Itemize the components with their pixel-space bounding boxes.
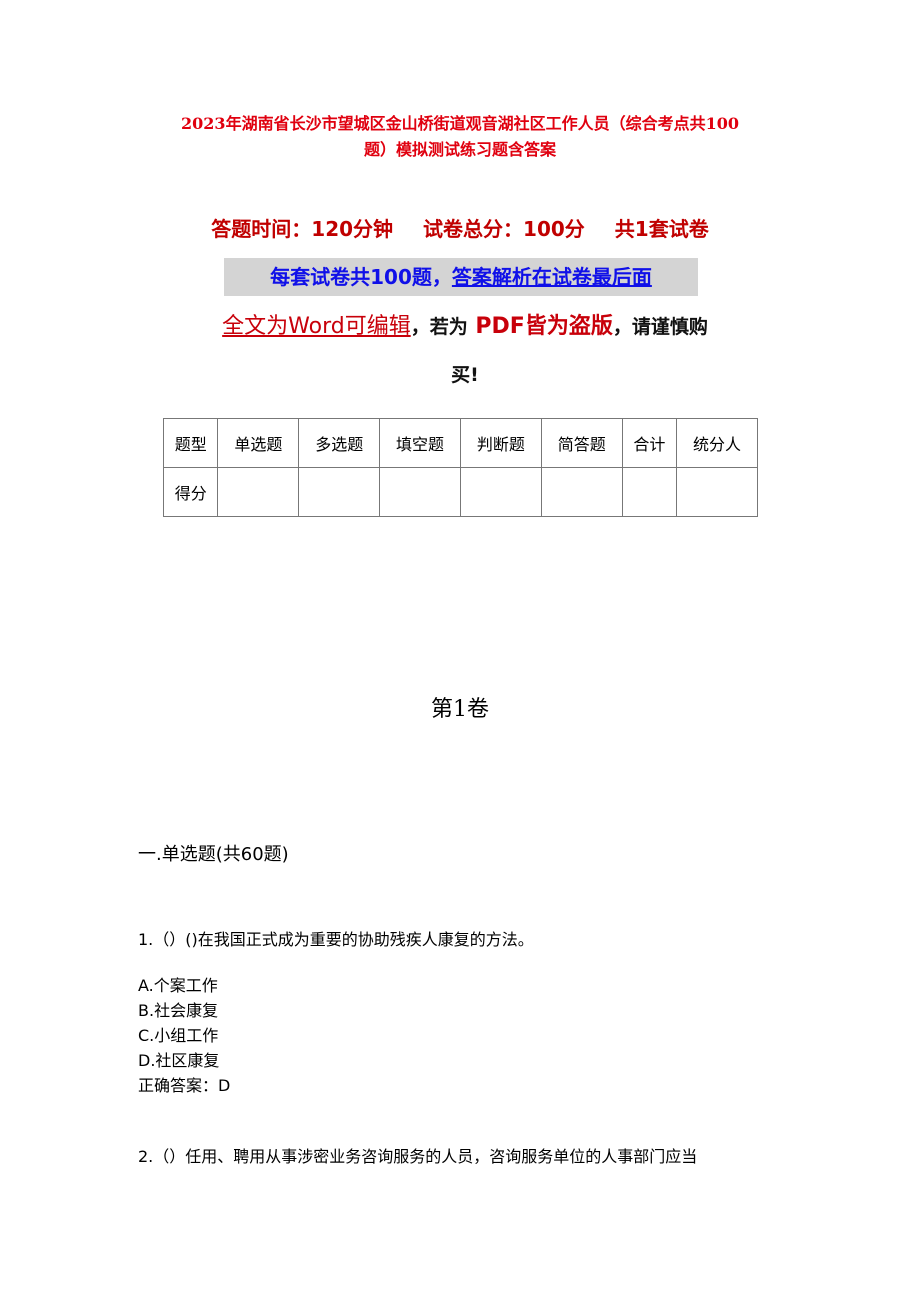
exam-meta: 答题时间：120分钟 试卷总分：100分 共1套试卷 <box>160 212 760 246</box>
buy-text: 买! <box>451 364 479 386</box>
header-cell: 多选题 <box>298 418 381 468</box>
option-c: C.小组工作 <box>138 1026 219 1045</box>
option-a: A.个案工作 <box>138 976 218 995</box>
score-cell <box>676 467 758 517</box>
header-cell: 统分人 <box>676 418 758 468</box>
header-cell: 简答题 <box>540 418 623 468</box>
document-title: 2023年湖南省长沙市望城区金山桥街道观音湖社区工作人员（综合考点共100 题）… <box>130 111 790 163</box>
question-count-note: 每套试卷共100题， <box>270 265 452 289</box>
volume-title: 第1卷 <box>431 697 489 722</box>
header-cell: 题型 <box>162 418 219 468</box>
question-1-options: A.个案工作 B.社会康复 C.小组工作 D.社区康复 正确答案：D <box>138 973 230 1098</box>
header-cell: 合计 <box>621 418 678 468</box>
header-cell: 单选题 <box>217 418 300 468</box>
section-title: 一.单选题(共60题) <box>138 844 289 865</box>
exam-total-score: 试卷总分：100分 <box>423 217 585 241</box>
answer-info-banner: 每套试卷共100题，答案解析在试卷最后面 <box>224 258 698 296</box>
header-cell: 填空题 <box>379 418 461 468</box>
correct-answer: 正确答案：D <box>138 1076 231 1095</box>
document-page: 2023年湖南省长沙市望城区金山桥街道观音湖社区工作人员（综合考点共100 题）… <box>0 0 920 1302</box>
title-line-1: 2023年湖南省长沙市望城区金山桥街道观音湖社区工作人员（综合考点共100 <box>181 114 739 133</box>
header-cell: 判断题 <box>459 418 542 468</box>
question-2-text: 2.（）任用、聘用从事涉密业务咨询服务的人员，咨询服务单位的人事部门应当 <box>138 1147 698 1166</box>
notice-comma: ， <box>410 316 430 338</box>
score-table: 题型 单选题 多选题 填空题 判断题 简答题 合计 统分人 得分 <box>162 418 758 517</box>
row-label-cell: 得分 <box>162 467 219 517</box>
title-line-2: 题）模拟测试练习题含答案 <box>363 140 556 159</box>
question-1-text: 1.（）()在我国正式成为重要的协助残疾人康复的方法。 <box>138 930 534 949</box>
notice-comma: ， <box>612 316 632 338</box>
score-table-row: 得分 <box>162 467 758 517</box>
option-d: D.社区康复 <box>138 1051 220 1070</box>
score-cell <box>621 467 678 517</box>
careful-text: 请谨慎购 <box>631 316 708 338</box>
copyright-notice: 全文为Word可编辑，若为 PDF皆为盗版，请谨慎购 买! <box>150 305 780 397</box>
score-cell <box>379 467 461 517</box>
score-cell <box>540 467 623 517</box>
score-cell <box>459 467 542 517</box>
if-pdf-text: 若为 <box>429 316 468 338</box>
exam-sets: 共1套试卷 <box>614 217 709 241</box>
editable-note: 全文为Word可编辑 <box>222 314 411 339</box>
score-cell <box>217 467 300 517</box>
option-b: B.社会康复 <box>138 1001 219 1020</box>
exam-time: 答题时间：120分钟 <box>211 217 394 241</box>
score-table-header-row: 题型 单选题 多选题 填空题 判断题 简答题 合计 统分人 <box>162 418 758 468</box>
answer-location-note: 答案解析在试卷最后面 <box>451 265 652 289</box>
score-cell <box>298 467 381 517</box>
pdf-pirate-warning: PDF皆为盗版 <box>475 314 613 339</box>
